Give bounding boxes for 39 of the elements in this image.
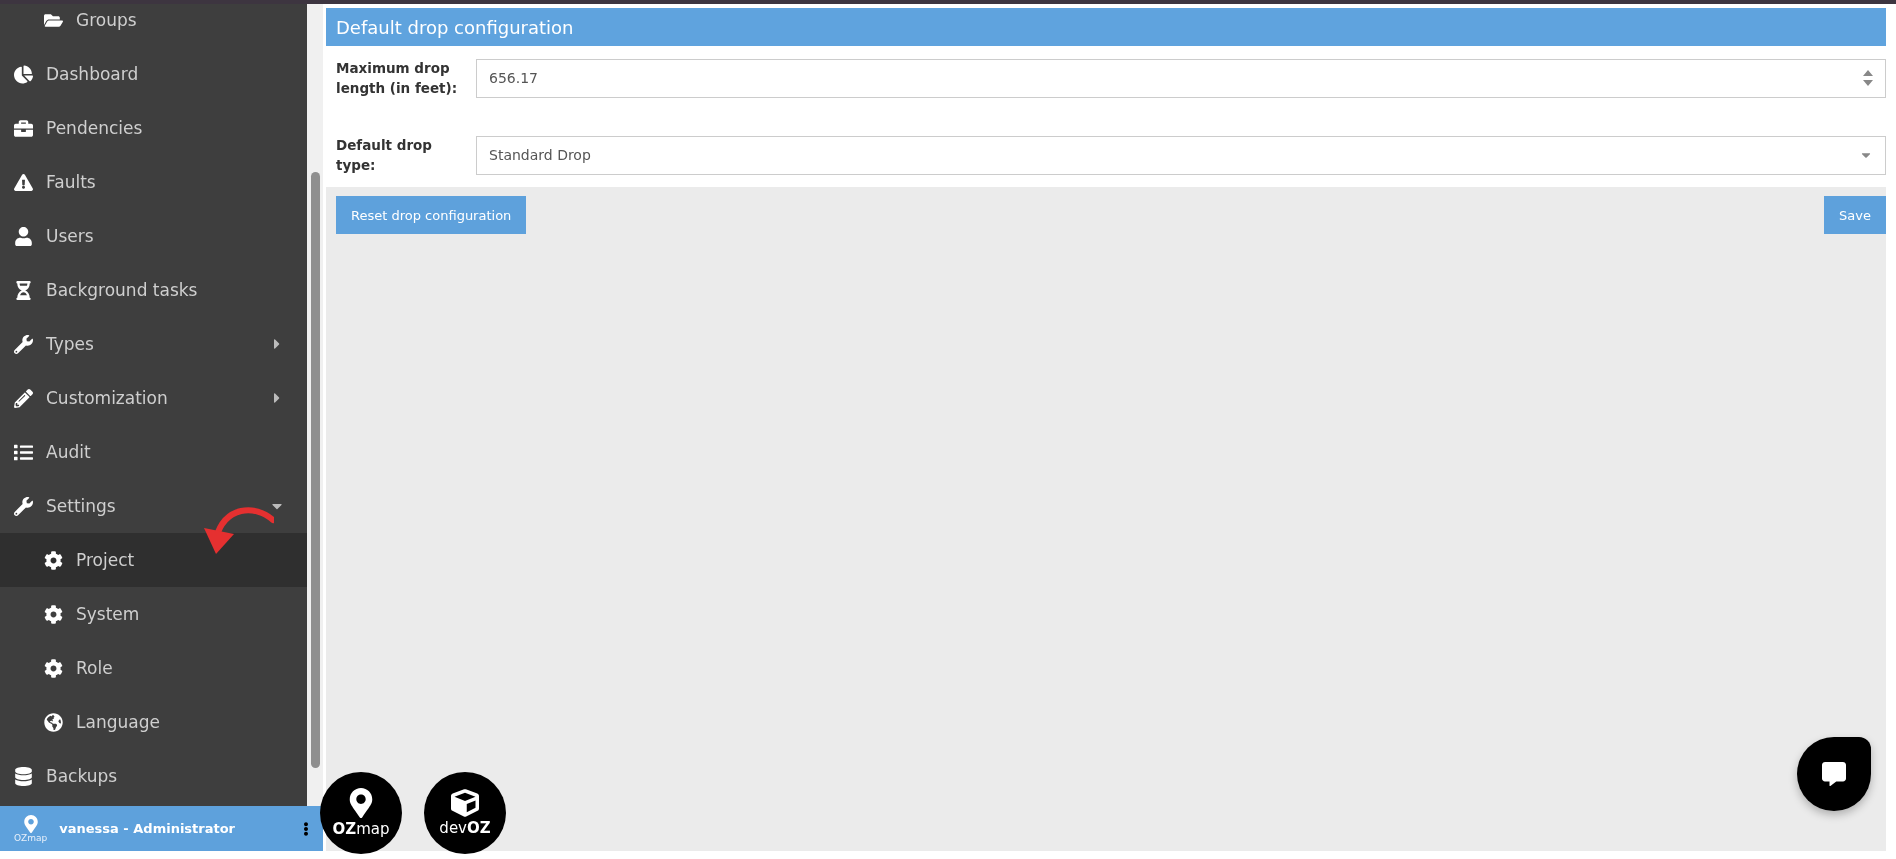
sidebar-item[interactable]: System <box>0 587 307 641</box>
sidebar-item[interactable]: Backups <box>0 749 307 803</box>
sidebar-item[interactable]: Language <box>0 695 307 749</box>
sidebar-item[interactable]: Pendencies <box>0 101 307 155</box>
map-pin-icon <box>21 814 40 833</box>
logo-text: OZmap <box>14 832 48 843</box>
list-icon <box>12 442 34 462</box>
settings-icon <box>42 604 64 624</box>
pie-chart-icon <box>12 64 34 84</box>
sidebar-item[interactable]: Settings <box>0 479 307 533</box>
sidebar-item[interactable]: Faults <box>0 155 307 209</box>
sidebar-item[interactable]: Dashboard <box>0 47 307 101</box>
scrollbar[interactable] <box>307 4 323 806</box>
number-field[interactable]: 656.17 <box>476 58 1886 98</box>
warning-icon <box>12 172 34 192</box>
user-name: vanessa - Administrator <box>59 821 237 836</box>
field-label: Maximum drop length (in feet): <box>336 59 459 98</box>
sidebar-item[interactable]: Audit <box>0 425 307 479</box>
pencil-icon <box>12 388 34 408</box>
field-label: Default drop type: <box>336 136 433 175</box>
sidebar-item[interactable]: Users <box>0 209 307 263</box>
wrench-icon <box>12 496 34 516</box>
spinner-icon[interactable] <box>1863 69 1873 87</box>
select-field[interactable]: Standard Drop <box>476 135 1886 175</box>
wrench-icon <box>12 334 34 354</box>
sidebar-item[interactable]: Groups <box>0 4 307 47</box>
user-icon <box>12 226 34 246</box>
chat-icon <box>1822 762 1846 786</box>
settings-icon <box>42 550 64 570</box>
panel-title: Default drop configuration <box>326 8 1886 46</box>
sidebar-item[interactable]: Background tasks <box>0 263 307 317</box>
sidebar-item[interactable]: Project <box>0 533 307 587</box>
sidebar-item[interactable]: Customization <box>0 371 307 425</box>
briefcase-icon <box>12 118 34 138</box>
database-icon <box>12 766 34 786</box>
settings-icon <box>42 658 64 678</box>
globe-icon <box>42 712 64 732</box>
sidebar-item[interactable]: Role <box>0 641 307 695</box>
sidebar-item[interactable]: Types <box>0 317 307 371</box>
